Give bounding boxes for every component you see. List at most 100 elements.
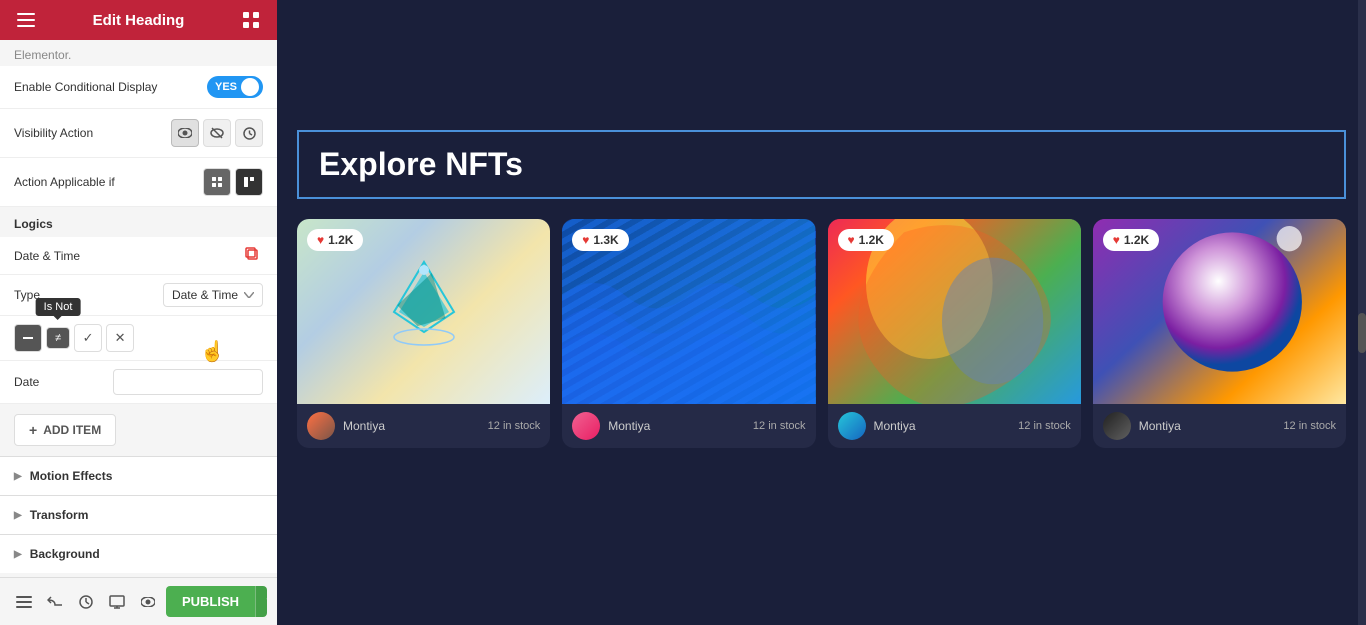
nft-card-2: ♥ 1.3K <box>562 219 815 448</box>
plus-icon: + <box>29 422 37 438</box>
enable-conditional-display-row: Enable Conditional Display YES <box>0 66 277 109</box>
publish-btn-group: PUBLISH ▼ <box>166 586 267 617</box>
toggle-yes-label: YES <box>215 81 237 93</box>
copy-icon-btn[interactable] <box>241 245 263 266</box>
transform-arrow: ▶ <box>14 510 22 521</box>
nft-card: ♥ 1.2K Montiya 12 in stock <box>297 219 550 448</box>
background-section: ▶ Background <box>0 534 277 573</box>
publish-arrow-btn[interactable]: ▼ <box>255 586 267 617</box>
nft-card-image-4: ♥ 1.2K <box>1093 219 1346 404</box>
heart-icon-3: ♥ <box>848 233 855 247</box>
nft-card-footer-3: Montiya 12 in stock <box>828 404 1081 448</box>
artist-avatar-2 <box>572 412 600 440</box>
date-time-row: Date & Time <box>0 237 277 275</box>
nft-heading: Explore NFTs <box>319 146 1324 183</box>
cursor-hand-icon: ☝ <box>200 339 225 364</box>
nft-likes-3: 1.2K <box>859 233 884 247</box>
visibility-show-btn[interactable] <box>171 119 199 147</box>
transform-section: ▶ Transform <box>0 495 277 534</box>
visibility-action-row: Visibility Action <box>0 109 277 158</box>
heart-icon-4: ♥ <box>1113 233 1120 247</box>
action-applicable-btn-1[interactable] <box>203 168 231 196</box>
stock-info-2: 12 in stock <box>753 420 806 432</box>
menu-icon[interactable] <box>14 8 38 32</box>
nft-like-badge-2: ♥ 1.3K <box>572 229 628 251</box>
transform-header[interactable]: ▶ Transform <box>0 496 277 534</box>
hamburger-btn[interactable] <box>10 586 37 618</box>
transform-label: Transform <box>30 508 89 522</box>
nft-card-image-2: ♥ 1.3K <box>562 219 815 404</box>
date-time-label: Date & Time <box>14 249 80 263</box>
type-row: Type Date & Time <box>0 275 277 316</box>
stock-info-1: 12 in stock <box>488 420 541 432</box>
visibility-action-group <box>171 119 263 147</box>
visibility-timer-btn[interactable] <box>235 119 263 147</box>
artist-avatar-3 <box>838 412 866 440</box>
logics-header: Logics <box>0 207 277 237</box>
date-row: Date <box>0 361 277 404</box>
nft-card-3: ♥ 1.2K <box>828 219 1081 448</box>
nft-card-4: ♥ 1.2K <box>1093 219 1346 448</box>
nft-card-footer-4: Montiya 12 in stock <box>1093 404 1346 448</box>
nft-card-footer-2: Montiya 12 in stock <box>562 404 815 448</box>
toggle-knob <box>241 78 259 96</box>
publish-arrow-icon: ▼ <box>264 594 267 609</box>
nft-like-badge-3: ♥ 1.2K <box>838 229 894 251</box>
background-label: Background <box>30 547 100 561</box>
nft-heading-section: Explore NFTs <box>297 130 1346 199</box>
nft-likes-1: 1.2K <box>328 233 353 247</box>
scrollbar-thumb[interactable] <box>1358 313 1366 353</box>
elementor-breadcrumb: Elementor. <box>0 40 277 66</box>
panel-header: Edit Heading <box>0 0 277 40</box>
enable-conditional-display-toggle[interactable]: YES <box>207 76 263 98</box>
condition-minus-btn[interactable] <box>14 324 42 352</box>
heart-icon-2: ♥ <box>582 233 589 247</box>
artist-avatar-4 <box>1103 412 1131 440</box>
nft-card-footer-1: Montiya 12 in stock <box>297 404 550 448</box>
nft-card-image-3: ♥ 1.2K <box>828 219 1081 404</box>
add-item-label: ADD ITEM <box>43 423 101 437</box>
condition-close-btn[interactable]: ✕ <box>106 324 134 352</box>
date-label: Date <box>14 375 39 389</box>
publish-btn[interactable]: PUBLISH <box>166 586 255 617</box>
nft-like-badge-4: ♥ 1.2K <box>1103 229 1159 251</box>
condition-is-not-btn[interactable]: Is Not ≠ <box>46 327 70 349</box>
stock-info-3: 12 in stock <box>1018 420 1071 432</box>
artist-name-4: Montiya <box>1139 419 1276 433</box>
background-header[interactable]: ▶ Background <box>0 535 277 573</box>
motion-effects-header[interactable]: ▶ Motion Effects <box>0 457 277 495</box>
nft-likes-4: 1.2K <box>1124 233 1149 247</box>
preview-btn[interactable] <box>135 586 162 618</box>
motion-effects-section: ▶ Motion Effects <box>0 456 277 495</box>
undo-btn[interactable] <box>41 586 68 618</box>
condition-check-btn[interactable]: ✓ <box>74 324 102 352</box>
condition-inner: Is Not ≠ ✓ ✕ ☝ <box>14 324 263 352</box>
stock-info-4: 12 in stock <box>1283 420 1336 432</box>
date-input[interactable] <box>113 369 263 395</box>
grid-icon[interactable] <box>239 8 263 32</box>
type-select[interactable]: Date & Time <box>163 283 263 307</box>
motion-effects-label: Motion Effects <box>30 469 113 483</box>
action-applicable-btn-2[interactable] <box>235 168 263 196</box>
visibility-hide-btn[interactable] <box>203 119 231 147</box>
action-applicable-label: Action Applicable if <box>14 175 115 189</box>
type-label: Type <box>14 288 40 302</box>
elementor-label: Elementor. <box>14 48 71 62</box>
artist-name-1: Montiya <box>343 419 480 433</box>
panel-title: Edit Heading <box>93 12 185 29</box>
artist-name-3: Montiya <box>874 419 1011 433</box>
motion-effects-arrow: ▶ <box>14 471 22 482</box>
history-btn[interactable] <box>72 586 99 618</box>
action-applicable-row: Action Applicable if <box>0 158 277 207</box>
heart-icon-1: ♥ <box>317 233 324 247</box>
condition-btn-label: ≠ <box>55 332 61 344</box>
scrollbar[interactable] <box>1358 0 1366 625</box>
artist-name-2: Montiya <box>608 419 745 433</box>
bottom-toolbar: PUBLISH ▼ <box>0 577 277 625</box>
artist-avatar-1 <box>307 412 335 440</box>
responsive-btn[interactable] <box>104 586 131 618</box>
type-select-value: Date & Time <box>172 288 238 302</box>
add-item-btn[interactable]: + ADD ITEM <box>14 414 116 446</box>
enable-conditional-display-label: Enable Conditional Display <box>14 80 157 94</box>
panel-body: Elementor. Enable Conditional Display YE… <box>0 40 277 625</box>
